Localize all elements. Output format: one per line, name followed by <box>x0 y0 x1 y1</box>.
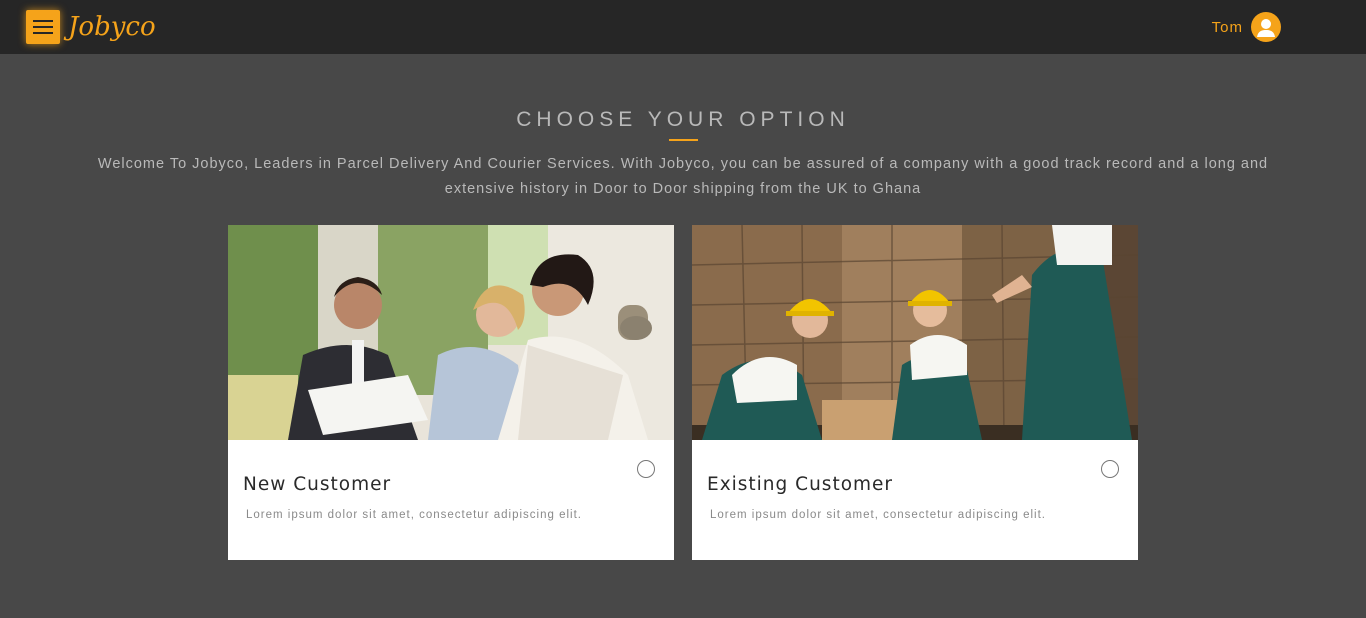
intro-text: Welcome To Jobyco, Leaders in Parcel Del… <box>40 152 1326 202</box>
option-card-new-customer[interactable]: New Customer Lorem ipsum dolor sit amet,… <box>228 225 674 560</box>
option-card-existing-customer[interactable]: Existing Customer Lorem ipsum dolor sit … <box>692 225 1138 560</box>
user-menu[interactable]: Tom <box>1212 12 1281 42</box>
logo[interactable]: Jobyco <box>68 10 156 44</box>
hamburger-icon-bar <box>33 26 53 28</box>
intro-line-1: Welcome To Jobyco, Leaders in Parcel Del… <box>97 156 1269 172</box>
new-customer-radio[interactable] <box>637 460 655 478</box>
hamburger-icon <box>33 20 53 22</box>
top-navbar: Jobyco Tom <box>0 0 1366 54</box>
hamburger-icon-bar <box>33 32 53 34</box>
existing-customer-description: Lorem ipsum dolor sit amet, consectetur … <box>710 509 1046 521</box>
user-name[interactable]: Tom <box>1212 19 1243 36</box>
title-underline <box>669 139 698 141</box>
user-icon[interactable] <box>1251 12 1281 42</box>
existing-customer-title: Existing Customer <box>707 474 894 495</box>
menu-button[interactable] <box>26 10 60 44</box>
intro-line-2: extensive history in Door to Door shippi… <box>444 181 922 197</box>
new-customer-description: Lorem ipsum dolor sit amet, consectetur … <box>246 509 582 521</box>
page-title: CHOOSE YOUR OPTION <box>516 108 850 131</box>
existing-customer-image <box>692 225 1138 440</box>
new-customer-image <box>228 225 674 440</box>
new-customer-title: New Customer <box>243 474 392 495</box>
existing-customer-radio[interactable] <box>1101 460 1119 478</box>
